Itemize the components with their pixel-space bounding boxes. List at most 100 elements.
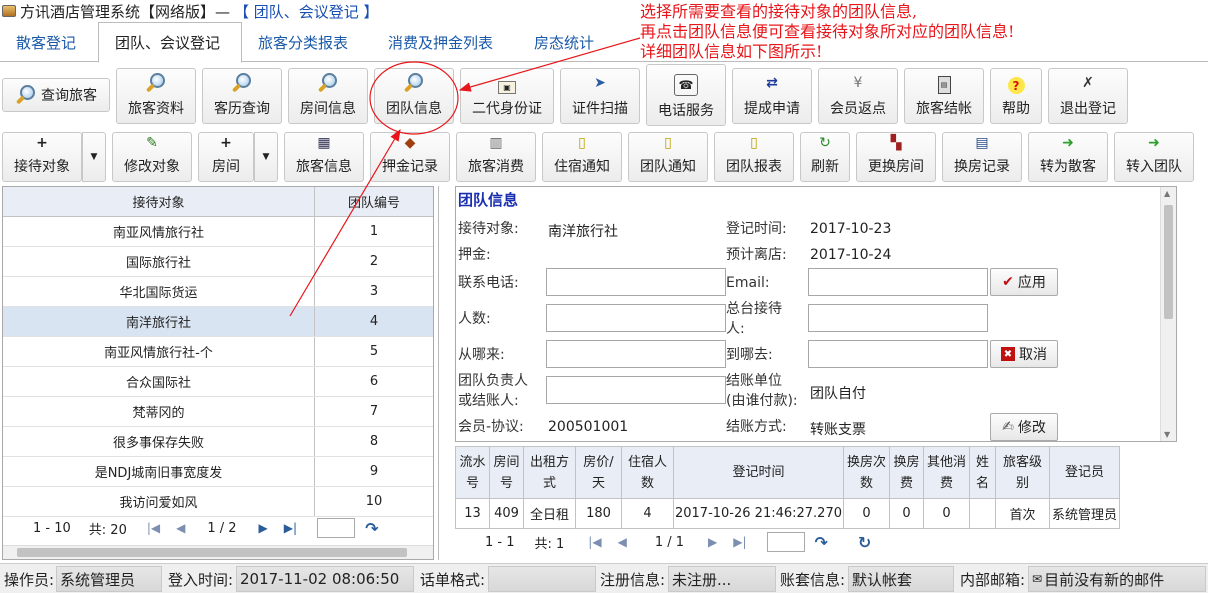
prev-page-icon[interactable]: ◀ bbox=[176, 521, 185, 535]
deposit-icon: ◆ bbox=[404, 134, 416, 151]
room-page-jump-input[interactable] bbox=[766, 532, 805, 552]
room-column-header[interactable]: 出租方 式 bbox=[523, 446, 576, 499]
to-input[interactable] bbox=[808, 340, 988, 368]
cell-group-id: 9 bbox=[369, 464, 379, 479]
help-icon: ? bbox=[1007, 77, 1025, 94]
room-column-header[interactable]: 房价/ 天 bbox=[575, 446, 622, 499]
doc-scan-button[interactable]: ➤ 证件扫描 bbox=[560, 68, 640, 124]
phone-service-button[interactable]: ☎ 电话服务 bbox=[646, 64, 726, 126]
table-row[interactable]: 南亚风情旅行社-个 5 bbox=[3, 337, 433, 367]
guest-history-button[interactable]: 客历查询 bbox=[202, 68, 282, 124]
commission-request-button[interactable]: ⇄ 提成申请 bbox=[732, 68, 812, 124]
table-row[interactable]: 南亚风情旅行社 1 bbox=[3, 217, 433, 247]
tab-consumption-list[interactable]: 消费及押金列表 bbox=[372, 22, 518, 62]
go-page-icon[interactable]: ↷ bbox=[815, 533, 828, 552]
refresh-button[interactable]: ↻ 刷新 bbox=[800, 132, 850, 182]
last-page-icon[interactable]: ▶| bbox=[284, 521, 297, 535]
tab-guest-report[interactable]: 旅客分类报表 bbox=[242, 22, 372, 62]
email-input[interactable] bbox=[808, 268, 988, 296]
group-info-button[interactable]: 团队信息 bbox=[374, 68, 454, 124]
deposit-record-button[interactable]: ◆ 押金记录 bbox=[370, 132, 450, 182]
page-jump-input[interactable] bbox=[317, 518, 356, 538]
room-column-header[interactable]: 住宿人 数 bbox=[621, 446, 674, 499]
table-row[interactable]: 华北国际货运 3 bbox=[3, 277, 433, 307]
room-column-header[interactable]: 换房 费 bbox=[889, 446, 924, 499]
table-row[interactable]: 合众国际社 6 bbox=[3, 367, 433, 397]
account-value: 默认帐套 bbox=[848, 566, 954, 592]
edit-reception-button[interactable]: ✎ 修改对象 bbox=[112, 132, 192, 182]
table-row[interactable]: 13 409 全日租 180 4 2017-10-26 21:46:27.270 0 0 0 首次… bbox=[455, 498, 1120, 529]
label-pay-method: 结账方式: bbox=[726, 419, 787, 435]
room-column-header[interactable]: 房间 号 bbox=[489, 446, 524, 499]
guest-profile-button[interactable]: 旅客资料 bbox=[116, 68, 196, 124]
cell-reception: 是NDJ城南旧事宽度发 bbox=[3, 457, 315, 486]
go-page-icon[interactable]: ↷ bbox=[365, 519, 378, 538]
cell-group-id: 2 bbox=[369, 254, 379, 269]
next-page-icon[interactable]: ▶ bbox=[708, 535, 717, 549]
reception-list-panel: 接待对象 团队编号 南亚风情旅行社 1 国际旅行社 2 华北国际货运 3 南洋旅行社 4 南亚风… bbox=[2, 186, 434, 560]
column-header-reception[interactable]: 接待对象 bbox=[3, 187, 315, 216]
from-input[interactable] bbox=[546, 340, 726, 368]
room-column-header[interactable]: 旅客级 别 bbox=[995, 446, 1050, 499]
query-guest-button[interactable]: 查询旅客 bbox=[2, 78, 110, 112]
room-change-record-button[interactable]: ▤ 换房记录 bbox=[942, 132, 1022, 182]
scroll-down-icon[interactable]: ▼ bbox=[1164, 430, 1170, 439]
tab-walk-in[interactable]: 散客登记 bbox=[0, 22, 98, 62]
apply-button[interactable]: ✔ 应用 bbox=[990, 268, 1058, 296]
room-column-header[interactable]: 换房次 数 bbox=[843, 446, 890, 499]
transfer-icon: ⇄ bbox=[766, 75, 778, 91]
member-rebate-button[interactable]: ¥ 会员返点 bbox=[818, 68, 898, 124]
table-row[interactable]: 很多事保存失败 8 bbox=[3, 427, 433, 457]
front-desk-input[interactable] bbox=[808, 304, 988, 332]
reception-dropdown-caret[interactable]: ▼ bbox=[82, 132, 106, 182]
room-column-header[interactable]: 姓 名 bbox=[969, 446, 996, 499]
first-page-icon[interactable]: |◀ bbox=[147, 521, 160, 535]
guest-consumption-button[interactable]: ▥ 旅客消费 bbox=[456, 132, 536, 182]
group-notice-button[interactable]: ▯ 团队通知 bbox=[628, 132, 708, 182]
reception-hscrollbar[interactable] bbox=[3, 545, 433, 559]
table-row[interactable]: 是NDJ城南旧事宽度发 9 bbox=[3, 457, 433, 487]
room-column-header[interactable]: 登记时间 bbox=[673, 446, 844, 499]
label-to: 到哪去: bbox=[726, 347, 773, 363]
cancel-button[interactable]: ✖ 取消 bbox=[990, 340, 1058, 368]
table-row[interactable]: 我访问爱如风 10 bbox=[3, 487, 433, 517]
room-column-header[interactable]: 登记员 bbox=[1049, 446, 1120, 499]
leader-input[interactable] bbox=[546, 376, 726, 404]
tab-group-meeting[interactable]: 团队、会议登记 bbox=[98, 22, 242, 63]
next-page-icon[interactable]: ▶ bbox=[259, 521, 268, 535]
refresh-icon[interactable]: ↻ bbox=[858, 533, 871, 552]
people-count-input[interactable] bbox=[546, 304, 726, 332]
transfer-to-group-button[interactable]: ➜ 转入团队 bbox=[1114, 132, 1194, 182]
login-time-label: 登入时间: bbox=[168, 571, 234, 589]
room-column-header[interactable]: 流水 号 bbox=[455, 446, 490, 499]
convert-to-walk-in-button[interactable]: ➜ 转为散客 bbox=[1028, 132, 1108, 182]
add-room-button[interactable]: + 房间 bbox=[198, 132, 254, 182]
table-row[interactable]: 南洋旅行社 4 bbox=[3, 307, 433, 337]
pager-page: 1 / 2 bbox=[207, 520, 237, 536]
room-dropdown-caret[interactable]: ▼ bbox=[254, 132, 278, 182]
add-reception-button[interactable]: + 接待对象 bbox=[2, 132, 82, 182]
id-card-button[interactable]: ▣ 二代身份证 bbox=[460, 68, 554, 124]
detail-vscrollbar[interactable]: ▲ ▼ bbox=[1160, 187, 1176, 441]
table-row[interactable]: 国际旅行社 2 bbox=[3, 247, 433, 277]
reception-grid-header: 接待对象 团队编号 bbox=[3, 187, 433, 217]
stay-notice-button[interactable]: ▯ 住宿通知 bbox=[542, 132, 622, 182]
modify-button[interactable]: ✍ 修改 bbox=[990, 413, 1058, 441]
group-report-button[interactable]: ▯ 团队报表 bbox=[714, 132, 794, 182]
column-header-group-id[interactable]: 团队编号 bbox=[315, 187, 433, 216]
exit-registration-button[interactable]: ✗ 退出登记 bbox=[1048, 68, 1128, 124]
room-column-header[interactable]: 其他消 费 bbox=[923, 446, 970, 499]
phone-input[interactable] bbox=[546, 268, 726, 296]
last-page-icon[interactable]: ▶| bbox=[733, 535, 746, 549]
guest-info-button[interactable]: ▦ 旅客信息 bbox=[284, 132, 364, 182]
tab-room-status[interactable]: 房态统计 bbox=[518, 22, 618, 62]
first-page-icon[interactable]: |◀ bbox=[588, 535, 601, 549]
change-room-button[interactable]: ▚ 更换房间 bbox=[856, 132, 936, 182]
help-button[interactable]: ? 帮助 bbox=[990, 68, 1042, 124]
scroll-up-icon[interactable]: ▲ bbox=[1164, 189, 1170, 198]
room-info-button[interactable]: 房间信息 bbox=[288, 68, 368, 124]
table-row[interactable]: 梵蒂冈的 7 bbox=[3, 397, 433, 427]
guest-checkout-button[interactable]: ▤ 旅客结帐 bbox=[904, 68, 984, 124]
prev-page-icon[interactable]: ◀ bbox=[618, 535, 627, 549]
mailbox-value[interactable]: ✉ 目前没有新的邮件 bbox=[1028, 566, 1206, 592]
